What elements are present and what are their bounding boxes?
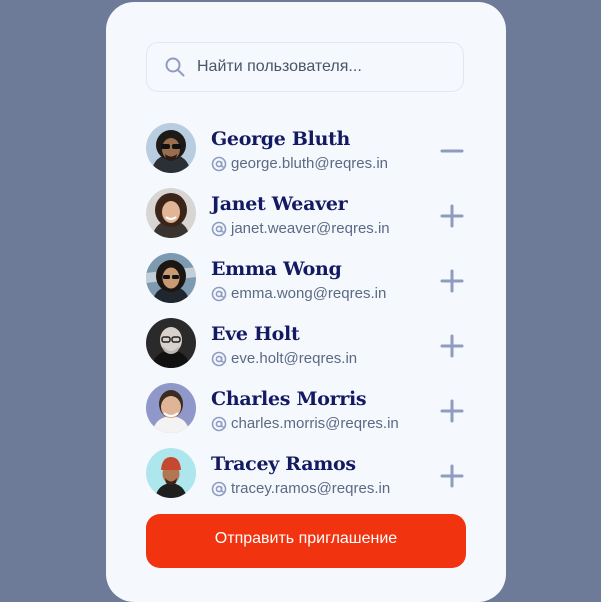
minus-icon (440, 149, 464, 153)
avatar (146, 123, 196, 173)
list-item: Janet Weaver janet.weaver@reqres.in (146, 188, 464, 253)
at-icon (211, 351, 227, 366)
plus-icon (440, 464, 464, 488)
at-icon (211, 416, 227, 431)
user-email-text: emma.wong@reqres.in (231, 285, 387, 302)
avatar (146, 253, 196, 303)
user-email: janet.weaver@reqres.in (211, 220, 390, 237)
list-item: Charles Morris charles.morris@reqres.in (146, 383, 464, 448)
user-email: george.bluth@reqres.in (211, 155, 388, 172)
at-icon (211, 481, 227, 496)
at-icon (211, 221, 227, 236)
user-email-text: george.bluth@reqres.in (231, 155, 388, 172)
user-email-text: eve.holt@reqres.in (231, 350, 358, 367)
list-item: Eve Holt eve.holt@reqres.in (146, 318, 464, 383)
plus-icon (440, 269, 464, 293)
at-icon (211, 286, 227, 301)
user-name: George Bluth (211, 128, 351, 150)
user-email-text: tracey.ramos@reqres.in (231, 480, 391, 497)
add-user-button[interactable] (438, 267, 466, 295)
avatar (146, 448, 196, 498)
user-name: Charles Morris (211, 388, 367, 410)
avatar (146, 383, 196, 433)
user-name: Eve Holt (211, 323, 300, 345)
invite-card: George Bluth george.bluth@reqres.in (106, 2, 506, 602)
user-name: Emma Wong (211, 258, 342, 280)
user-email-text: charles.morris@reqres.in (231, 415, 399, 432)
plus-icon (440, 399, 464, 423)
plus-icon (440, 204, 464, 228)
list-item: Emma Wong emma.wong@reqres.in (146, 253, 464, 318)
add-user-button[interactable] (438, 332, 466, 360)
search-box[interactable] (146, 42, 464, 92)
list-item: George Bluth george.bluth@reqres.in (146, 123, 464, 188)
avatar (146, 318, 196, 368)
search-input[interactable] (197, 43, 452, 91)
at-icon (211, 156, 227, 171)
plus-icon (440, 334, 464, 358)
user-email-text: janet.weaver@reqres.in (231, 220, 390, 237)
list-item: Tracey Ramos tracey.ramos@reqres.in (146, 448, 464, 513)
user-email: emma.wong@reqres.in (211, 285, 386, 302)
search-icon (165, 57, 185, 77)
remove-user-button[interactable] (438, 137, 466, 165)
add-user-button[interactable] (438, 397, 466, 425)
user-name: Tracey Ramos (211, 453, 356, 475)
user-email: eve.holt@reqres.in (211, 350, 357, 367)
user-email: charles.morris@reqres.in (211, 415, 399, 432)
avatar (146, 188, 196, 238)
user-email: tracey.ramos@reqres.in (211, 480, 390, 497)
user-list: George Bluth george.bluth@reqres.in Jane… (146, 123, 464, 513)
user-name: Janet Weaver (211, 193, 348, 215)
send-invite-button[interactable]: Отправить приглашение (146, 514, 466, 568)
add-user-button[interactable] (438, 202, 466, 230)
add-user-button[interactable] (438, 462, 466, 490)
